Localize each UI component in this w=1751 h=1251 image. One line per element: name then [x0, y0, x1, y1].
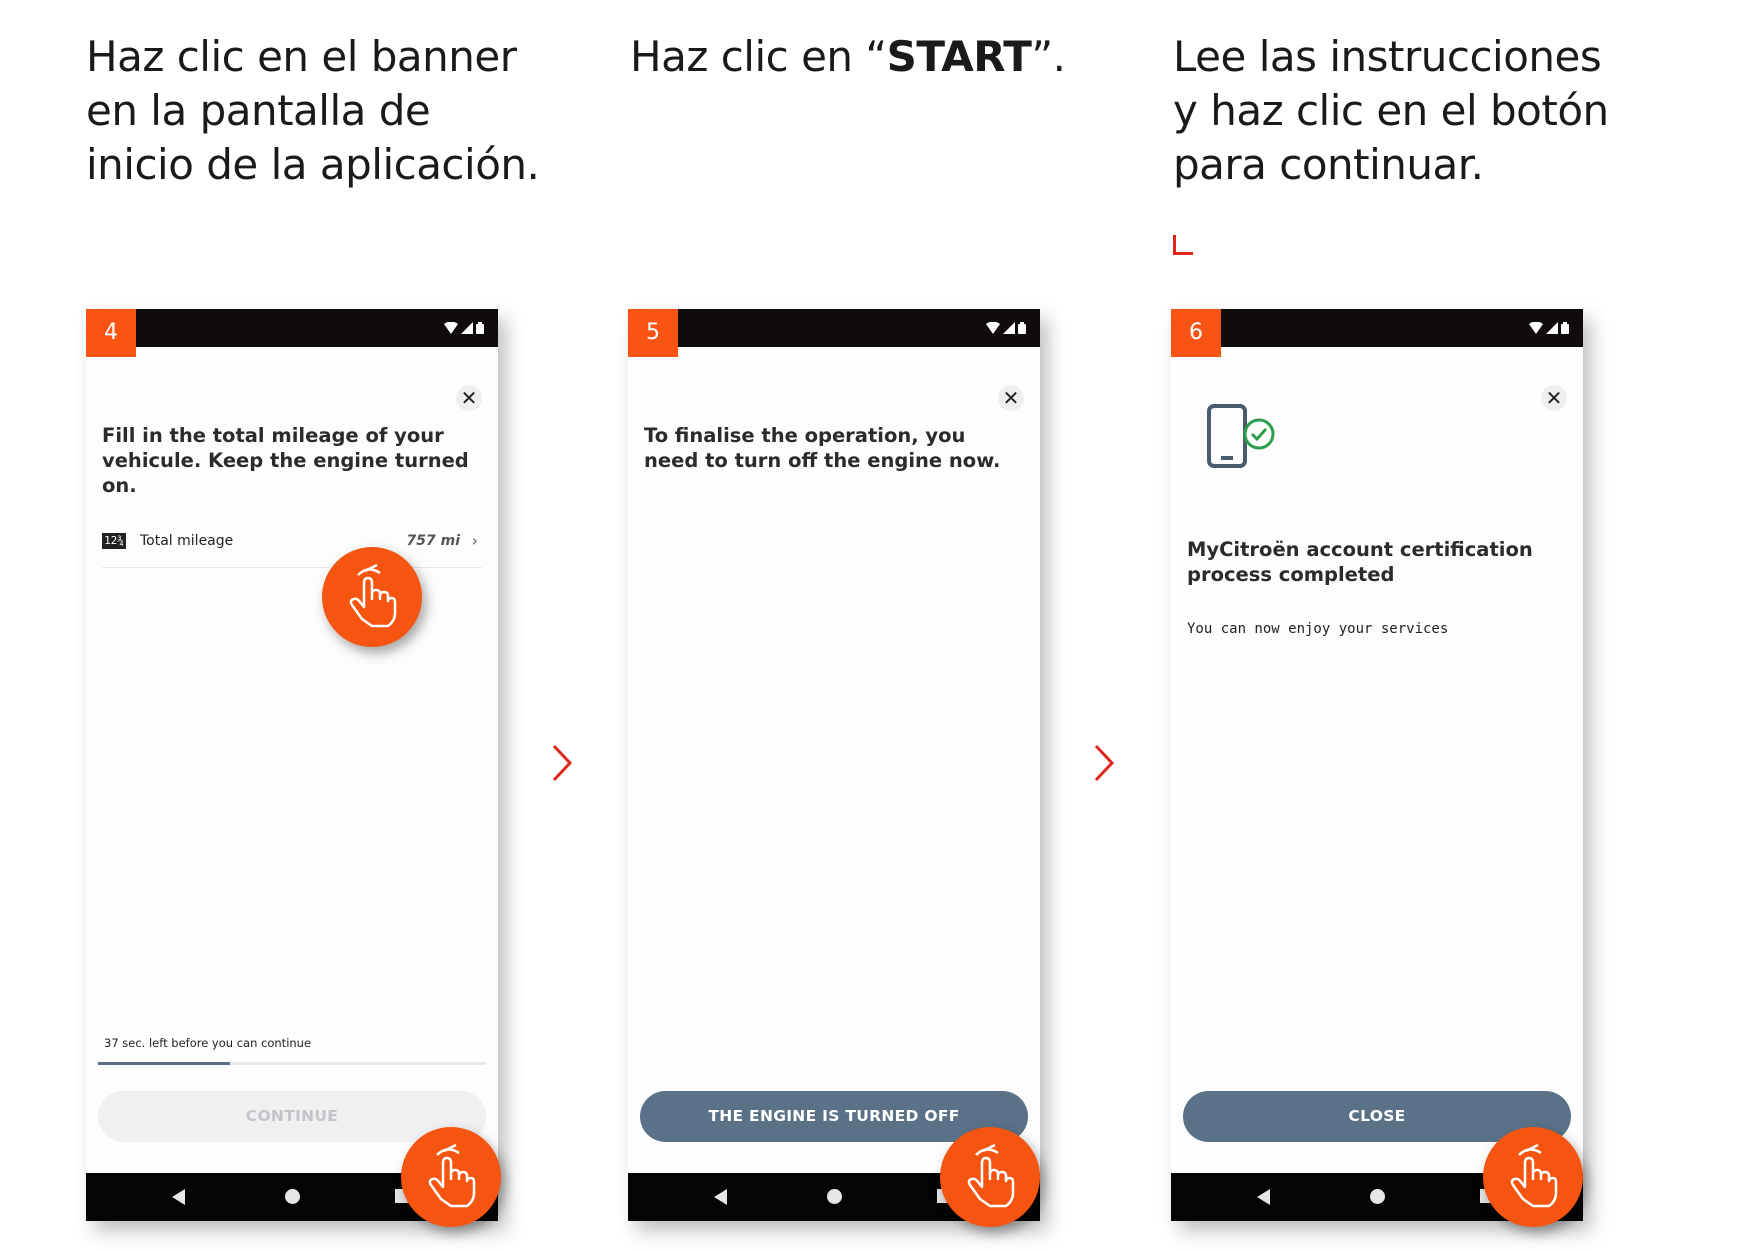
caption-step-5: Haz clic en “START”.: [630, 32, 1066, 81]
back-icon[interactable]: [714, 1189, 727, 1205]
corner-mark: [1173, 235, 1193, 255]
tap-hand-icon: [1483, 1127, 1583, 1227]
close-button[interactable]: ✕: [998, 385, 1024, 411]
phone-screen-step-4: 4 ✕ Fill in the total mileage of your ve…: [86, 309, 501, 1227]
tap-hand-icon: [940, 1127, 1040, 1227]
status-bar: [86, 309, 498, 347]
signal-icon: [1546, 322, 1558, 334]
mileage-row[interactable]: 12¾ Total mileage 757 mi ›: [102, 531, 482, 568]
step-badge: 5: [628, 309, 678, 357]
odometer-icon: 12¾: [102, 533, 126, 549]
caption-start-keyword: START: [886, 32, 1032, 81]
mileage-label: Total mileage: [140, 533, 234, 549]
chevron-right-icon: ›: [471, 531, 478, 550]
status-icons: [1529, 321, 1569, 335]
countdown-text: 37 sec. left before you can continue: [104, 1036, 312, 1050]
battery-icon: [1018, 322, 1026, 334]
tap-hand-icon: [322, 547, 422, 647]
home-icon[interactable]: [285, 1189, 300, 1204]
status-bar: [628, 309, 1040, 347]
status-bar: [1171, 309, 1583, 347]
phone-screen-step-5: 5 ✕ To finalise the operation, you need …: [628, 309, 1040, 1227]
home-icon[interactable]: [1370, 1189, 1385, 1204]
next-arrow-icon: [552, 744, 573, 782]
certification-subtitle: You can now enjoy your services: [1187, 621, 1449, 637]
countdown-progress-bar: [98, 1062, 486, 1065]
wifi-icon: [1529, 322, 1543, 334]
signal-icon: [461, 322, 473, 334]
signal-icon: [1003, 322, 1015, 334]
back-icon[interactable]: [1257, 1189, 1270, 1205]
status-icons: [444, 321, 484, 335]
close-button[interactable]: ✕: [1541, 385, 1567, 411]
next-arrow-icon: [1094, 744, 1115, 782]
phone-check-icon: [1207, 404, 1275, 468]
progress-fill: [98, 1062, 230, 1065]
certification-title: MyCitroën account certification process …: [1187, 538, 1533, 586]
screen-heading: Fill in the total mileage of your vehicu…: [102, 424, 469, 497]
phone-screen-step-6: 6 ✕ MyCitroën account certification proc…: [1171, 309, 1583, 1227]
caption-step-4: Haz clic en el banner en la pantalla de …: [86, 32, 540, 189]
close-button[interactable]: ✕: [456, 385, 482, 411]
wifi-icon: [986, 322, 1000, 334]
screen-heading: To finalise the operation, you need to t…: [644, 424, 1001, 472]
home-icon[interactable]: [827, 1189, 842, 1204]
step-badge: 4: [86, 309, 136, 357]
battery-icon: [1561, 322, 1569, 334]
wifi-icon: [444, 322, 458, 334]
caption-step-6: Lee las instrucciones y haz clic en el b…: [1173, 32, 1609, 189]
back-icon[interactable]: [172, 1189, 185, 1205]
step-badge: 6: [1171, 309, 1221, 357]
battery-icon: [476, 322, 484, 334]
status-icons: [986, 321, 1026, 335]
tap-hand-icon: [401, 1127, 501, 1227]
